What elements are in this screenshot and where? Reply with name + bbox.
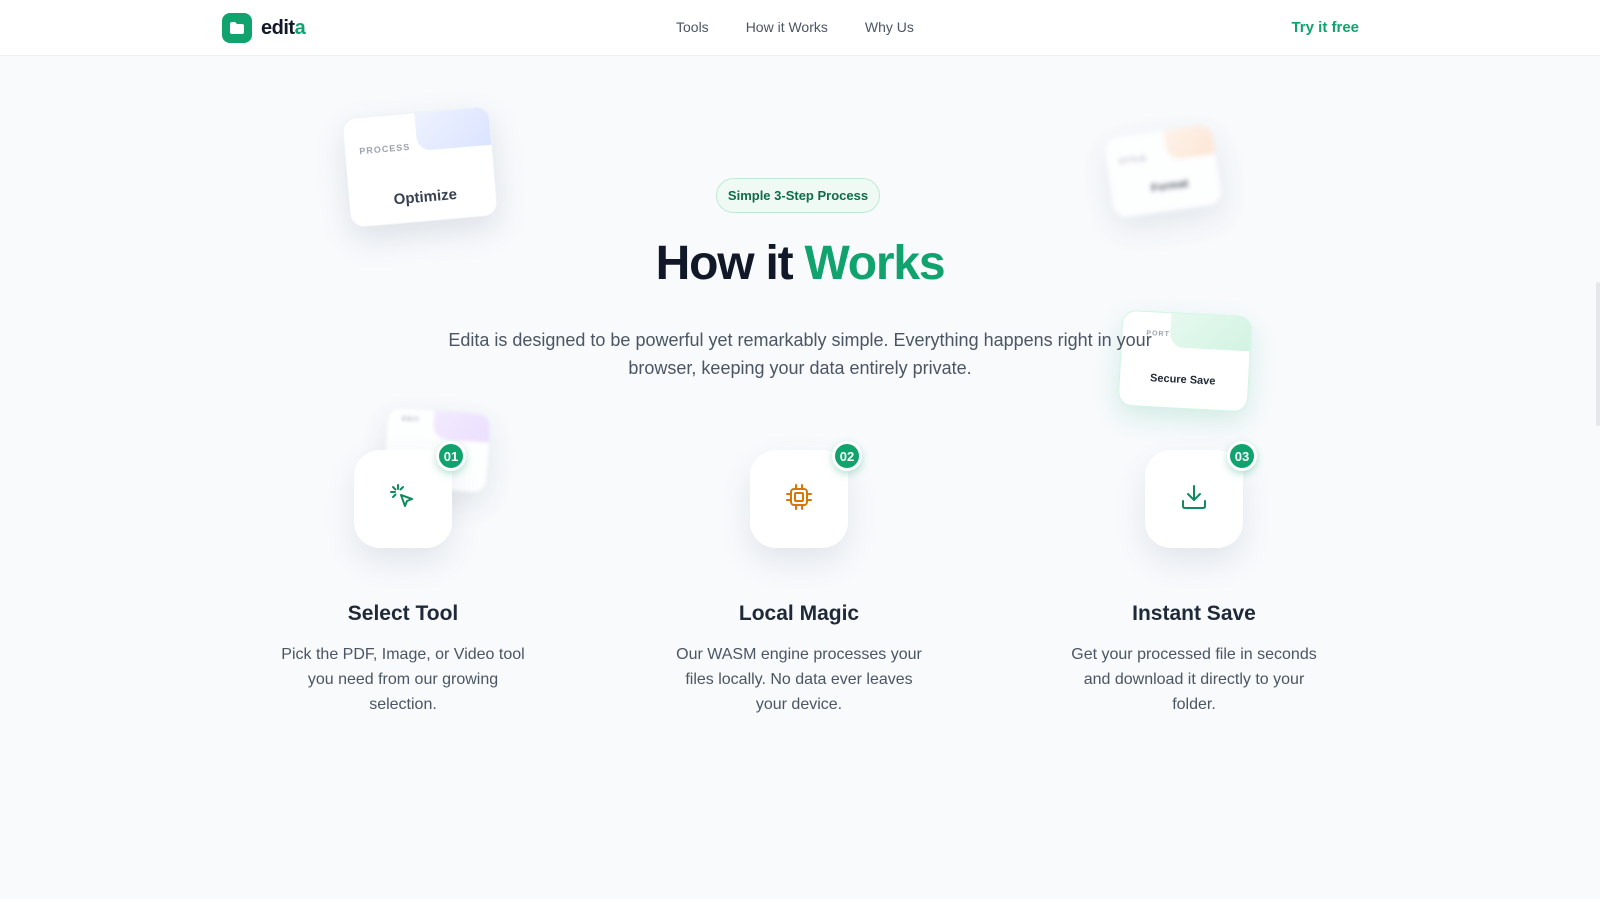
card-kicker: STYLE [1118,155,1148,166]
step-description: Pick the PDF, Image, or Video tool you n… [281,646,525,713]
step-icon-box[interactable]: 03 [1145,441,1257,548]
nav-link-why-us[interactable]: Why Us [865,19,914,35]
card-title: Optimize [393,185,458,209]
step-title: Local Magic [738,602,860,625]
download-icon [1179,482,1209,517]
logo-text-accent: a [294,16,306,39]
page: edita Tools How it Works Why Us Try it f… [0,0,1600,899]
cursor-click-icon [388,482,418,517]
floating-card-optimize: PROCESS Optimize [341,105,499,229]
step-number-badge: 03 [1227,441,1257,471]
cpu-chip-icon [784,482,814,517]
card-tab [1169,313,1252,352]
step-card-instant-save: 03 Instant Save Get your processed file … [1059,441,1329,717]
step-icon-box[interactable]: 02 [750,441,862,548]
step-number-badge: 02 [832,441,862,471]
nav-link-how-it-works[interactable]: How it Works [746,19,828,35]
page-title-main: How it [655,237,805,290]
logo-text: edita [261,16,306,40]
nav-links: Tools How it Works Why Us [676,19,914,35]
card-kicker: EDIT [401,416,420,424]
step-description: Get your processed file in seconds and d… [1071,646,1317,713]
card-tab [1163,123,1216,161]
floating-card-format: STYLE Format [1102,122,1224,220]
process-badge: Simple 3-Step Process [716,178,880,213]
page-title: How it Works [0,236,1600,291]
nav-link-tools[interactable]: Tools [676,19,709,35]
intro-paragraph: Edita is designed to be powerful yet rem… [448,330,1152,378]
step-card-select-tool: 01 Select Tool Pick the PDF, Image, or V… [268,441,538,717]
top-navbar: edita Tools How it Works Why Us Try it f… [0,0,1600,56]
step-title: Select Tool [347,602,459,625]
step-card-local-magic: 02 Local Magic Our WASM engine processes… [664,441,934,717]
logo-text-prefix: edit [261,16,295,39]
step-title: Instant Save [1132,602,1256,625]
page-title-accent: Works [804,237,946,290]
folder-icon [222,13,252,43]
card-tab [414,106,492,152]
try-it-free-button[interactable]: Try it free [1291,19,1359,36]
scrollbar-thumb[interactable] [1596,282,1600,426]
step-icon-box[interactable]: 01 [354,441,466,548]
step-description: Our WASM engine processes your files loc… [676,646,922,713]
step-number-badge: 01 [436,441,466,471]
logo[interactable]: edita [222,13,306,43]
card-tab [432,410,491,443]
card-kicker: PROCESS [358,141,411,157]
card-title: Format [1150,177,1190,195]
